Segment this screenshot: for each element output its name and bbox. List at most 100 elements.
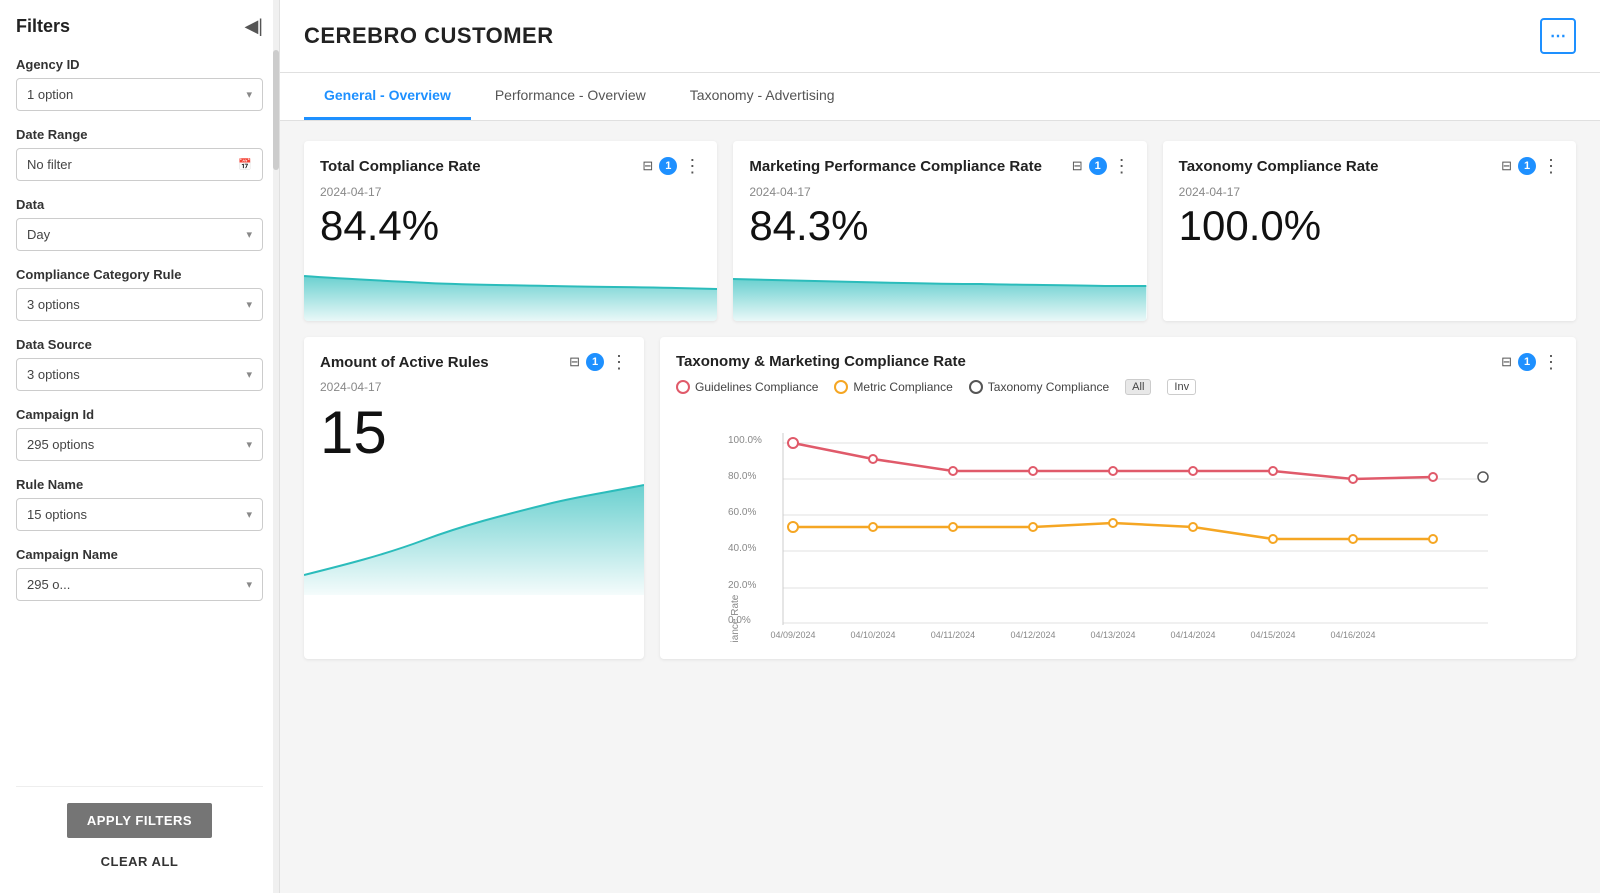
- marketing-performance-dots-button[interactable]: ⋮: [1113, 157, 1131, 175]
- marketing-performance-date: 2024-04-17: [749, 185, 1130, 199]
- filter-select-date-range[interactable]: No filter 📅: [16, 148, 263, 181]
- legend-item-taxonomy: Taxonomy Compliance: [969, 380, 1109, 394]
- legend-all-button[interactable]: All: [1125, 379, 1151, 395]
- legend-item-metric: Metric Compliance: [834, 380, 952, 394]
- filter-select-compliance-category-rule[interactable]: 3 options ▾: [16, 288, 263, 321]
- total-compliance-date: 2024-04-17: [320, 185, 701, 199]
- filter-label-campaign-id: Campaign Id: [16, 407, 263, 422]
- metric-compliance-dot: [834, 380, 848, 394]
- svg-text:04/13/2024: 04/13/2024: [1090, 630, 1135, 640]
- filter-group-data: Data Day ▾: [16, 197, 263, 251]
- chart-legend: Guidelines Compliance Metric Compliance …: [676, 379, 1560, 395]
- marketing-performance-card: Marketing Performance Compliance Rate ⊟ …: [733, 141, 1146, 321]
- filter-value-campaign-name: 295 o...: [27, 577, 70, 592]
- scrollbar-track[interactable]: [273, 0, 279, 893]
- total-compliance-actions: ⊟ 1 ⋮: [642, 157, 701, 175]
- taxonomy-compliance-dots-button[interactable]: ⋮: [1542, 157, 1560, 175]
- marketing-performance-value: 84.3%: [749, 203, 1130, 249]
- filter-select-campaign-id[interactable]: 295 options ▾: [16, 428, 263, 461]
- active-rules-filter-badge: 1: [586, 353, 604, 371]
- svg-text:40.0%: 40.0%: [728, 543, 756, 554]
- chevron-down-icon: ▾: [246, 228, 252, 241]
- total-compliance-title: Total Compliance Rate: [320, 157, 481, 177]
- legend-inv-button[interactable]: Inv: [1167, 379, 1196, 395]
- active-rules-title: Amount of Active Rules: [320, 353, 489, 373]
- filter-label-campaign-name: Campaign Name: [16, 547, 263, 562]
- active-rules-filter-button[interactable]: ⊟: [569, 354, 580, 370]
- filter-icon: ⊟: [569, 354, 580, 370]
- sidebar-title: Filters: [16, 16, 70, 37]
- taxonomy-compliance-filter-button[interactable]: ⊟: [1501, 158, 1512, 174]
- filter-group-campaign-name: Campaign Name 295 o... ▾: [16, 547, 263, 601]
- filter-label-compliance-category-rule: Compliance Category Rule: [16, 267, 263, 282]
- marketing-performance-filter-button[interactable]: ⊟: [1072, 158, 1083, 174]
- filter-value-compliance-category-rule: 3 options: [27, 297, 80, 312]
- filter-select-agency-id[interactable]: 1 option ▾: [16, 78, 263, 111]
- top-bar: CEREBRO CUSTOMER ⋯: [280, 0, 1600, 73]
- filter-select-campaign-name[interactable]: 295 o... ▾: [16, 568, 263, 601]
- tab-taxonomy-advertising[interactable]: Taxonomy - Advertising: [670, 73, 855, 120]
- filter-select-rule-name[interactable]: 15 options ▾: [16, 498, 263, 531]
- total-compliance-filter-button[interactable]: ⊟: [642, 158, 653, 174]
- active-rules-card: Amount of Active Rules ⊟ 1 ⋮ 2024-04-17 …: [304, 337, 644, 659]
- filter-label-rule-name: Rule Name: [16, 477, 263, 492]
- marketing-performance-chart: [733, 261, 1146, 321]
- metric-cards-row: Total Compliance Rate ⊟ 1 ⋮ 2024-04-17 8…: [304, 141, 1576, 321]
- marketing-performance-filter-badge: 1: [1089, 157, 1107, 175]
- total-compliance-filter-badge: 1: [659, 157, 677, 175]
- svg-text:04/15/2024: 04/15/2024: [1250, 630, 1295, 640]
- filter-group-compliance-category-rule: Compliance Category Rule 3 options ▾: [16, 267, 263, 321]
- filter-group-date-range: Date Range No filter 📅: [16, 127, 263, 181]
- line-chart-card: Taxonomy & Marketing Compliance Rate ⊟ 1…: [660, 337, 1576, 659]
- svg-text:20.0%: 20.0%: [728, 580, 756, 591]
- line-chart-actions: ⊟ 1 ⋮: [1501, 353, 1560, 371]
- dashboard: Total Compliance Rate ⊟ 1 ⋮ 2024-04-17 8…: [280, 121, 1600, 893]
- filter-label-data-source: Data Source: [16, 337, 263, 352]
- filter-select-data-source[interactable]: 3 options ▾: [16, 358, 263, 391]
- guidelines-compliance-dot: [676, 380, 690, 394]
- scrollbar-thumb[interactable]: [273, 50, 279, 170]
- clear-all-button[interactable]: CLEAR ALL: [101, 846, 179, 877]
- tab-general-overview[interactable]: General - Overview: [304, 73, 471, 120]
- taxonomy-compliance-filter-badge: 1: [1518, 157, 1536, 175]
- collapse-icon: ◀|: [244, 16, 263, 37]
- active-rules-date: 2024-04-17: [320, 380, 628, 394]
- apply-filters-button[interactable]: APPLY FILTERS: [67, 803, 212, 838]
- svg-text:80.0%: 80.0%: [728, 471, 756, 482]
- line-chart-dots-button[interactable]: ⋮: [1542, 353, 1560, 371]
- total-compliance-card: Total Compliance Rate ⊟ 1 ⋮ 2024-04-17 8…: [304, 141, 717, 321]
- calendar-icon: 📅: [238, 158, 252, 171]
- svg-text:04/12/2024: 04/12/2024: [1010, 630, 1055, 640]
- svg-text:04/10/2024: 04/10/2024: [850, 630, 895, 640]
- chevron-down-icon: ▾: [246, 298, 252, 311]
- svg-text:Compliance Rate: Compliance Rate: [730, 594, 741, 643]
- taxonomy-compliance-chart: [1163, 261, 1576, 321]
- tab-performance-overview[interactable]: Performance - Overview: [475, 73, 666, 120]
- svg-text:04/11/2024: 04/11/2024: [931, 630, 975, 640]
- line-chart-title: Taxonomy & Marketing Compliance Rate: [676, 353, 966, 370]
- filter-group-data-source: Data Source 3 options ▾: [16, 337, 263, 391]
- chevron-down-icon: ▾: [246, 578, 252, 591]
- more-options-button[interactable]: ⋯: [1540, 18, 1576, 54]
- sidebar: Filters ◀| Agency ID 1 option ▾ Date Ran…: [0, 0, 280, 893]
- metric-compliance-label: Metric Compliance: [853, 380, 952, 394]
- collapse-sidebar-button[interactable]: ◀|: [244, 16, 263, 37]
- filter-group-agency-id: Agency ID 1 option ▾: [16, 57, 263, 111]
- filter-select-data[interactable]: Day ▾: [16, 218, 263, 251]
- guidelines-compliance-label: Guidelines Compliance: [695, 380, 818, 394]
- filter-icon: ⊟: [642, 158, 653, 174]
- filter-value-agency-id: 1 option: [27, 87, 73, 102]
- filter-value-date-range: No filter: [27, 157, 72, 172]
- filter-label-agency-id: Agency ID: [16, 57, 263, 72]
- active-rules-dots-button[interactable]: ⋮: [610, 353, 628, 371]
- taxonomy-compliance-dot: [969, 380, 983, 394]
- total-compliance-dots-button[interactable]: ⋮: [683, 157, 701, 175]
- filter-value-rule-name: 15 options: [27, 507, 87, 522]
- line-chart-svg-container: 0.0% 20.0% 40.0% 60.0% 80.0% 100.0% Comp…: [676, 403, 1560, 643]
- chevron-down-icon: ▾: [246, 508, 252, 521]
- filter-group-campaign-id: Campaign Id 295 options ▾: [16, 407, 263, 461]
- svg-text:04/16/2024: 04/16/2024: [1330, 630, 1375, 640]
- line-chart-filter-button[interactable]: ⊟: [1501, 354, 1512, 370]
- taxonomy-compliance-actions: ⊟ 1 ⋮: [1501, 157, 1560, 175]
- legend-item-guidelines: Guidelines Compliance: [676, 380, 818, 394]
